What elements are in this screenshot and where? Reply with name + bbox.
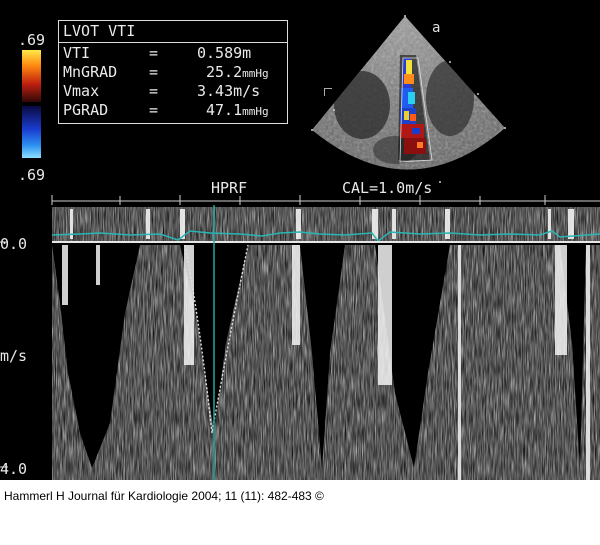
ultrasound-screen: a .69 .69 LVOT VTI VTI = 0.589m MnGRAD = 25.… <box>0 0 600 480</box>
spectral-doppler-display: 0.0 m/s 4.0 <box>0 195 600 480</box>
sector-marker: a <box>432 20 440 36</box>
velocity-max-label: 4.0 <box>0 460 27 478</box>
measurement-label: VTI <box>63 44 91 62</box>
measurement-row: MnGRAD = 25.2mmHg <box>63 63 269 81</box>
citation-caption: Hammerl H Journal für Kardiologie 2004; … <box>4 489 324 503</box>
color-scale-top-label: .69 <box>18 31 46 49</box>
echo-sector-image: a <box>311 15 506 183</box>
baseline-label: 0.0 <box>0 235 27 253</box>
measurement-equals: = <box>149 63 159 81</box>
measurement-title: LVOT VTI <box>63 22 136 40</box>
measurement-value: 3.43m/s <box>197 82 261 100</box>
measurement-row: PGRAD = 47.1mmHg <box>63 101 269 119</box>
measurement-equals: = <box>149 101 159 119</box>
measurement-row: Vmax = 3.43m/s <box>63 82 260 100</box>
velocity-axis-unit: m/s <box>0 347 27 365</box>
measurement-equals: = <box>149 82 159 100</box>
measurement-label: PGRAD <box>63 101 109 119</box>
measurement-box: LVOT VTI VTI = 0.589m MnGRAD = 25.2mmHg Vmax… <box>58 20 288 124</box>
measurement-row: VTI = 0.589m <box>63 44 251 62</box>
measurement-value: 25.2 <box>206 63 243 81</box>
measurement-label: MnGRAD <box>63 63 118 81</box>
measurement-value: 0.589m <box>197 44 252 62</box>
cursor-marker <box>324 88 332 96</box>
measurement-equals: = <box>149 44 159 62</box>
color-scale-bottom-label: .69 <box>18 166 46 184</box>
measurement-label: Vmax <box>63 82 100 100</box>
measurement-value: 47.1 <box>206 101 243 119</box>
measurement-unit: mmHg <box>242 67 269 80</box>
measurement-unit: mmHg <box>242 105 269 118</box>
color-scale-bar <box>22 50 41 158</box>
